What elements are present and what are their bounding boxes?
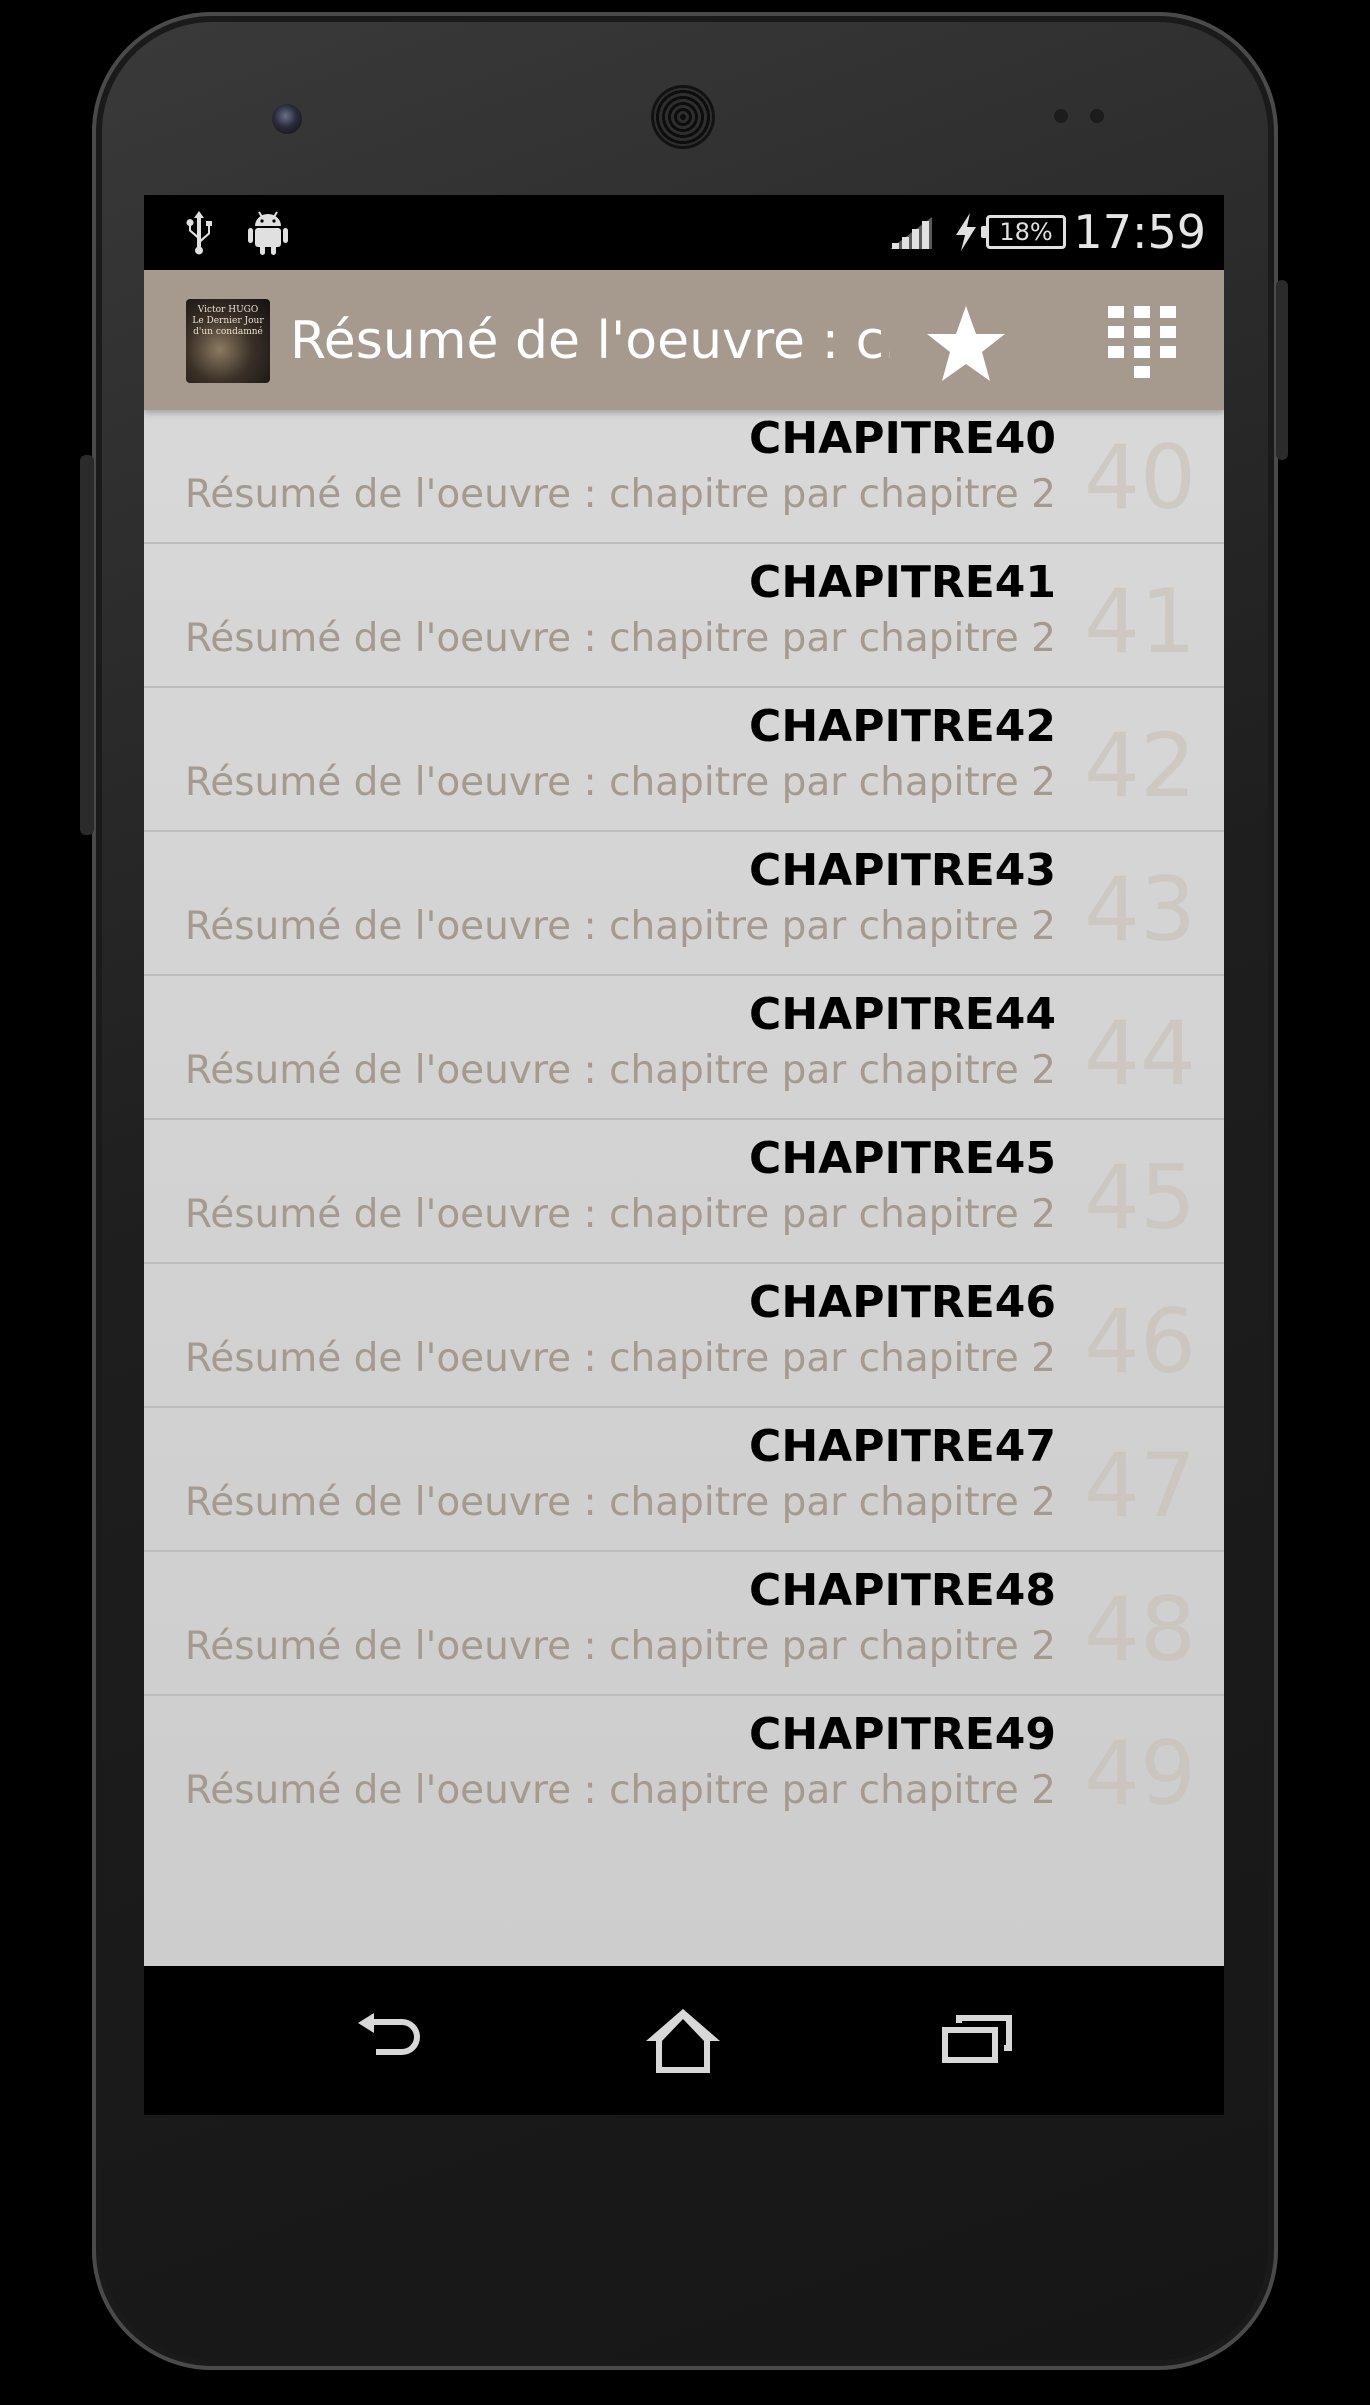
chapter-number: 47: [1084, 1434, 1196, 1537]
app-icon[interactable]: Victor HUGO Le Dernier Jour d'un condamn…: [186, 299, 270, 383]
earpiece-speaker: [654, 88, 712, 146]
android-icon: [248, 211, 288, 255]
list-item[interactable]: CHAPITRE41 Résumé de l'oeuvre : chapitre…: [144, 544, 1224, 688]
chapter-title: CHAPITRE46: [749, 1277, 1056, 1328]
chapter-list: CHAPITRE40 Résumé de l'oeuvre : chapitre…: [144, 410, 1224, 1840]
chapter-number: 44: [1084, 1002, 1196, 1105]
proximity-sensor: [1054, 109, 1068, 123]
chapter-subtitle: Résumé de l'oeuvre : chapitre par chapit…: [184, 904, 1056, 949]
list-item[interactable]: CHAPITRE40 Résumé de l'oeuvre : chapitre…: [144, 410, 1224, 544]
app-icon-art-text: Victor HUGO Le Dernier Jour d'un condamn…: [192, 305, 264, 337]
action-bar: Victor HUGO Le Dernier Jour d'un condamn…: [144, 270, 1224, 410]
front-camera: [272, 104, 302, 134]
clock: 17:59: [1073, 205, 1206, 259]
chapter-subtitle: Résumé de l'oeuvre : chapitre par chapit…: [184, 1624, 1056, 1669]
navigation-bar: [144, 1966, 1224, 2115]
chapter-number: 45: [1084, 1146, 1196, 1249]
back-icon[interactable]: [344, 2001, 434, 2081]
chapter-title: CHAPITRE41: [749, 557, 1056, 608]
list-item[interactable]: CHAPITRE46 Résumé de l'oeuvre : chapitre…: [144, 1264, 1224, 1408]
usb-icon: [186, 211, 212, 255]
power-button: [1276, 280, 1288, 460]
chapter-number: 40: [1084, 426, 1196, 529]
chapter-number: 43: [1084, 858, 1196, 961]
chapter-title: CHAPITRE44: [749, 989, 1056, 1040]
grid-icon[interactable]: [1106, 304, 1178, 384]
chapter-subtitle: Résumé de l'oeuvre : chapitre par chapit…: [184, 760, 1056, 805]
chapter-title: CHAPITRE47: [749, 1421, 1056, 1472]
chapter-title: CHAPITRE42: [749, 701, 1056, 752]
chapter-title: CHAPITRE45: [749, 1133, 1056, 1184]
list-item[interactable]: CHAPITRE44 Résumé de l'oeuvre : chapitre…: [144, 976, 1224, 1120]
list-item[interactable]: CHAPITRE47 Résumé de l'oeuvre : chapitre…: [144, 1408, 1224, 1552]
chapter-subtitle: Résumé de l'oeuvre : chapitre par chapit…: [184, 1192, 1056, 1237]
screen: 18% 17:59 Victor HUGO Le Dernier Jour d'…: [144, 195, 1224, 2115]
status-bar: 18% 17:59: [144, 195, 1224, 270]
charging-icon: [956, 213, 976, 251]
page-title: Résumé de l'oeuvre : c...: [290, 311, 890, 371]
list-item[interactable]: CHAPITRE45 Résumé de l'oeuvre : chapitre…: [144, 1120, 1224, 1264]
star-icon[interactable]: [924, 302, 1008, 386]
chapter-title: CHAPITRE49: [749, 1709, 1056, 1760]
chapter-title: CHAPITRE48: [749, 1565, 1056, 1616]
light-sensor: [1090, 109, 1104, 123]
recent-apps-icon[interactable]: [932, 2001, 1022, 2081]
battery-indicator: 18%: [981, 215, 1066, 249]
list-item[interactable]: CHAPITRE49 Résumé de l'oeuvre : chapitre…: [144, 1696, 1224, 1840]
chapter-subtitle: Résumé de l'oeuvre : chapitre par chapit…: [184, 472, 1056, 517]
chapter-title: CHAPITRE43: [749, 845, 1056, 896]
chapter-title: CHAPITRE40: [749, 413, 1056, 464]
list-item[interactable]: CHAPITRE42 Résumé de l'oeuvre : chapitre…: [144, 688, 1224, 832]
chapter-list-container: CHAPITRE40 Résumé de l'oeuvre : chapitre…: [144, 410, 1224, 1966]
chapter-number: 41: [1084, 570, 1196, 673]
chapter-subtitle: Résumé de l'oeuvre : chapitre par chapit…: [184, 1480, 1056, 1525]
chapter-subtitle: Résumé de l'oeuvre : chapitre par chapit…: [184, 616, 1056, 661]
chapter-number: 42: [1084, 714, 1196, 817]
chapter-number: 46: [1084, 1290, 1196, 1393]
list-item[interactable]: CHAPITRE43 Résumé de l'oeuvre : chapitre…: [144, 832, 1224, 976]
volume-button: [80, 455, 94, 835]
signal-icon: [890, 217, 932, 249]
chapter-subtitle: Résumé de l'oeuvre : chapitre par chapit…: [184, 1048, 1056, 1093]
chapter-number: 49: [1084, 1722, 1196, 1825]
list-item[interactable]: CHAPITRE48 Résumé de l'oeuvre : chapitre…: [144, 1552, 1224, 1696]
home-icon[interactable]: [638, 2001, 728, 2081]
chapter-subtitle: Résumé de l'oeuvre : chapitre par chapit…: [184, 1768, 1056, 1813]
chapter-number: 48: [1084, 1578, 1196, 1681]
chapter-subtitle: Résumé de l'oeuvre : chapitre par chapit…: [184, 1336, 1056, 1381]
